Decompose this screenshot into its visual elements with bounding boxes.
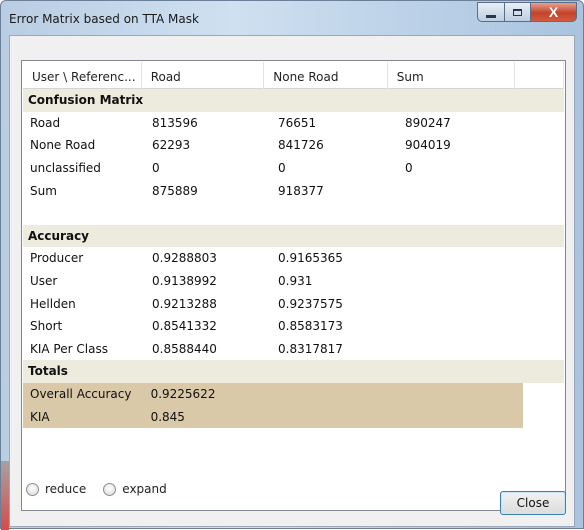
section-title: Confusion Matrix [28, 93, 144, 108]
value-cell: 918377 [278, 183, 324, 198]
row-label-cell: Overall Accuracy [30, 387, 132, 402]
section-header: Totals [23, 360, 564, 383]
value-cell: 62293 [152, 138, 191, 153]
section-header: Accuracy [23, 224, 564, 248]
section-title: Totals [28, 364, 68, 379]
row-label-cell: Producer [30, 251, 84, 266]
view-mode-options: reduce expand [26, 482, 184, 496]
column-header[interactable]: Road [142, 62, 265, 89]
dialog-window: Error Matrix based on TTA Mask X User \ … [0, 0, 584, 530]
table-row[interactable]: Road 813596 76651 890247 [23, 112, 564, 135]
row-label-cell: KIA Per Class [30, 341, 108, 356]
minimize-icon [486, 14, 496, 18]
grid-header: User \ Referenc... Road None Road Sum [23, 62, 564, 89]
table-row[interactable]: KIA 0.845 [23, 405, 523, 428]
row-label-cell: Short [30, 319, 63, 334]
table-row[interactable]: None Road 62293 841726 904019 [23, 134, 564, 157]
table-row[interactable]: User 0.9138992 0.931 [23, 270, 564, 293]
title-bar[interactable]: Error Matrix based on TTA Mask X [1, 1, 583, 35]
row-label-cell: KIA [30, 409, 50, 424]
error-matrix-grid[interactable]: User \ Referenc... Road None Road Sum Co… [21, 60, 566, 511]
reduce-radio[interactable] [26, 482, 39, 496]
row-label-cell: User [30, 274, 58, 289]
value-cell: 0 [152, 161, 160, 176]
close-icon: X [548, 4, 559, 20]
value-cell: 0 [278, 161, 286, 176]
grid-body: Confusion Matrix Road 813596 76651 890247 Non… [23, 89, 564, 428]
close-button[interactable]: Close [500, 491, 566, 515]
value-cell: 0.9288803 [152, 251, 217, 266]
window-close-button[interactable]: X [531, 2, 577, 22]
section-title: Accuracy [28, 228, 90, 243]
row-label-cell: None Road [30, 138, 96, 153]
value-cell: 0.8588440 [152, 341, 217, 356]
maximize-icon [513, 8, 522, 16]
background-window-edge [1, 461, 9, 530]
table-row[interactable]: unclassified 0 0 0 [23, 157, 564, 180]
reduce-label[interactable]: reduce [45, 482, 86, 496]
row-label-cell: Sum [30, 183, 57, 198]
value-cell: 904019 [405, 138, 451, 153]
value-cell: 875889 [152, 183, 198, 198]
row-label-cell: Hellden [30, 296, 76, 311]
maximize-button[interactable] [505, 2, 531, 22]
value-cell: 0.931 [278, 274, 313, 289]
column-header[interactable]: User \ Referenc... [23, 62, 142, 89]
column-header[interactable]: None Road [264, 62, 388, 89]
value-cell: 890247 [405, 115, 451, 130]
value-cell: 0.9213288 [152, 296, 217, 311]
table-row[interactable]: Overall Accuracy 0.9225622 [23, 382, 523, 406]
table-row[interactable]: Short 0.8541332 0.8583173 [23, 315, 564, 338]
value-cell: 0.8541332 [152, 319, 217, 334]
column-header-filler [515, 62, 564, 89]
expand-radio[interactable] [103, 482, 117, 496]
window-title: Error Matrix based on TTA Mask [9, 12, 199, 26]
value-cell: 0.8317817 [278, 341, 343, 356]
value-cell: 0.845 [150, 409, 185, 424]
spacer-row [23, 202, 564, 225]
value-cell: 0 [405, 161, 413, 176]
minimize-button[interactable] [477, 2, 505, 22]
value-cell: 0.8583173 [278, 319, 343, 334]
window-controls: X [477, 2, 577, 24]
table-row[interactable]: Producer 0.9288803 0.9165365 [23, 247, 564, 270]
expand-label[interactable]: expand [122, 482, 166, 496]
table-row[interactable]: Hellden 0.9213288 0.9237575 [23, 292, 564, 315]
value-cell: 0.9138992 [152, 274, 217, 289]
column-header[interactable]: Sum [388, 62, 516, 89]
table-row[interactable]: KIA Per Class 0.8588440 0.8317817 [23, 338, 564, 361]
row-label-cell: unclassified [30, 161, 101, 176]
section-header: Confusion Matrix [23, 89, 564, 112]
row-label-cell: Road [30, 115, 61, 130]
value-cell: 0.9165365 [278, 251, 343, 266]
value-cell: 813596 [152, 115, 198, 130]
value-cell: 841726 [278, 138, 324, 153]
value-cell: 76651 [278, 115, 317, 130]
table-row[interactable]: Sum 875889 918377 [23, 179, 564, 202]
value-cell: 0.9225622 [150, 387, 216, 402]
dialog-client-area: User \ Referenc... Road None Road Sum Co… [9, 35, 575, 527]
value-cell: 0.9237575 [278, 296, 343, 311]
